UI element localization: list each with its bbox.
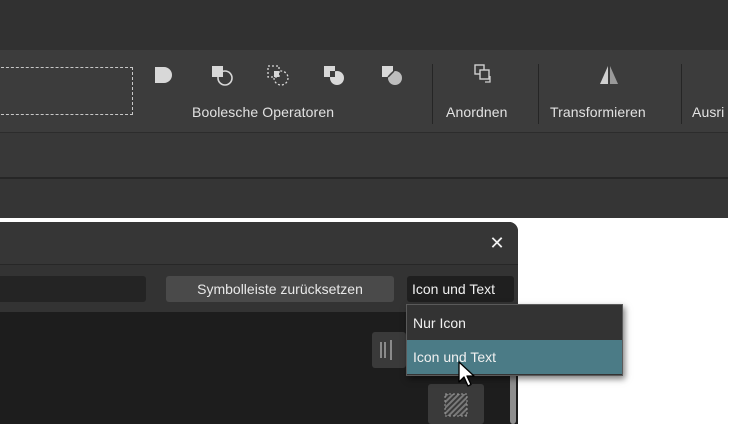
title-bar bbox=[0, 0, 728, 50]
flip-icon[interactable] bbox=[597, 63, 621, 87]
tab-bar bbox=[0, 179, 728, 218]
toolbar-divider bbox=[538, 64, 539, 124]
group-label-boolean: Boolesche Operatoren bbox=[192, 104, 335, 120]
dialog-header bbox=[0, 222, 518, 264]
subtract-shape-icon[interactable] bbox=[210, 63, 234, 87]
group-label-align: Ausri bbox=[692, 104, 725, 120]
display-mode-select[interactable]: Icon und Text bbox=[407, 276, 514, 302]
mouse-cursor-icon bbox=[457, 360, 479, 390]
reset-toolbar-button[interactable]: Symbolleiste zurücksetzen bbox=[166, 276, 394, 302]
group-label-arrange: Anordnen bbox=[446, 104, 508, 120]
option-icon-only[interactable]: Nur Icon bbox=[407, 306, 622, 340]
close-icon[interactable]: ✕ bbox=[486, 232, 508, 254]
toolbar-divider bbox=[681, 64, 682, 124]
toolbar-customize-placeholder bbox=[0, 67, 133, 115]
toolbar-divider bbox=[432, 64, 433, 124]
intersect-shape-icon[interactable] bbox=[266, 63, 290, 87]
xor-shape-icon[interactable] bbox=[322, 63, 346, 87]
display-mode-dropdown: Nur Icon Icon und Text bbox=[406, 304, 623, 376]
tool-search-field[interactable] bbox=[0, 276, 146, 302]
group-label-transform: Transformieren bbox=[550, 104, 646, 120]
option-icon-and-text[interactable]: Icon und Text bbox=[407, 340, 622, 374]
context-toolbar bbox=[0, 132, 728, 178]
arrange-icon[interactable] bbox=[472, 63, 496, 87]
divide-shape-icon[interactable] bbox=[380, 63, 404, 87]
add-shape-icon[interactable] bbox=[152, 63, 176, 87]
tool-item[interactable] bbox=[372, 332, 406, 368]
